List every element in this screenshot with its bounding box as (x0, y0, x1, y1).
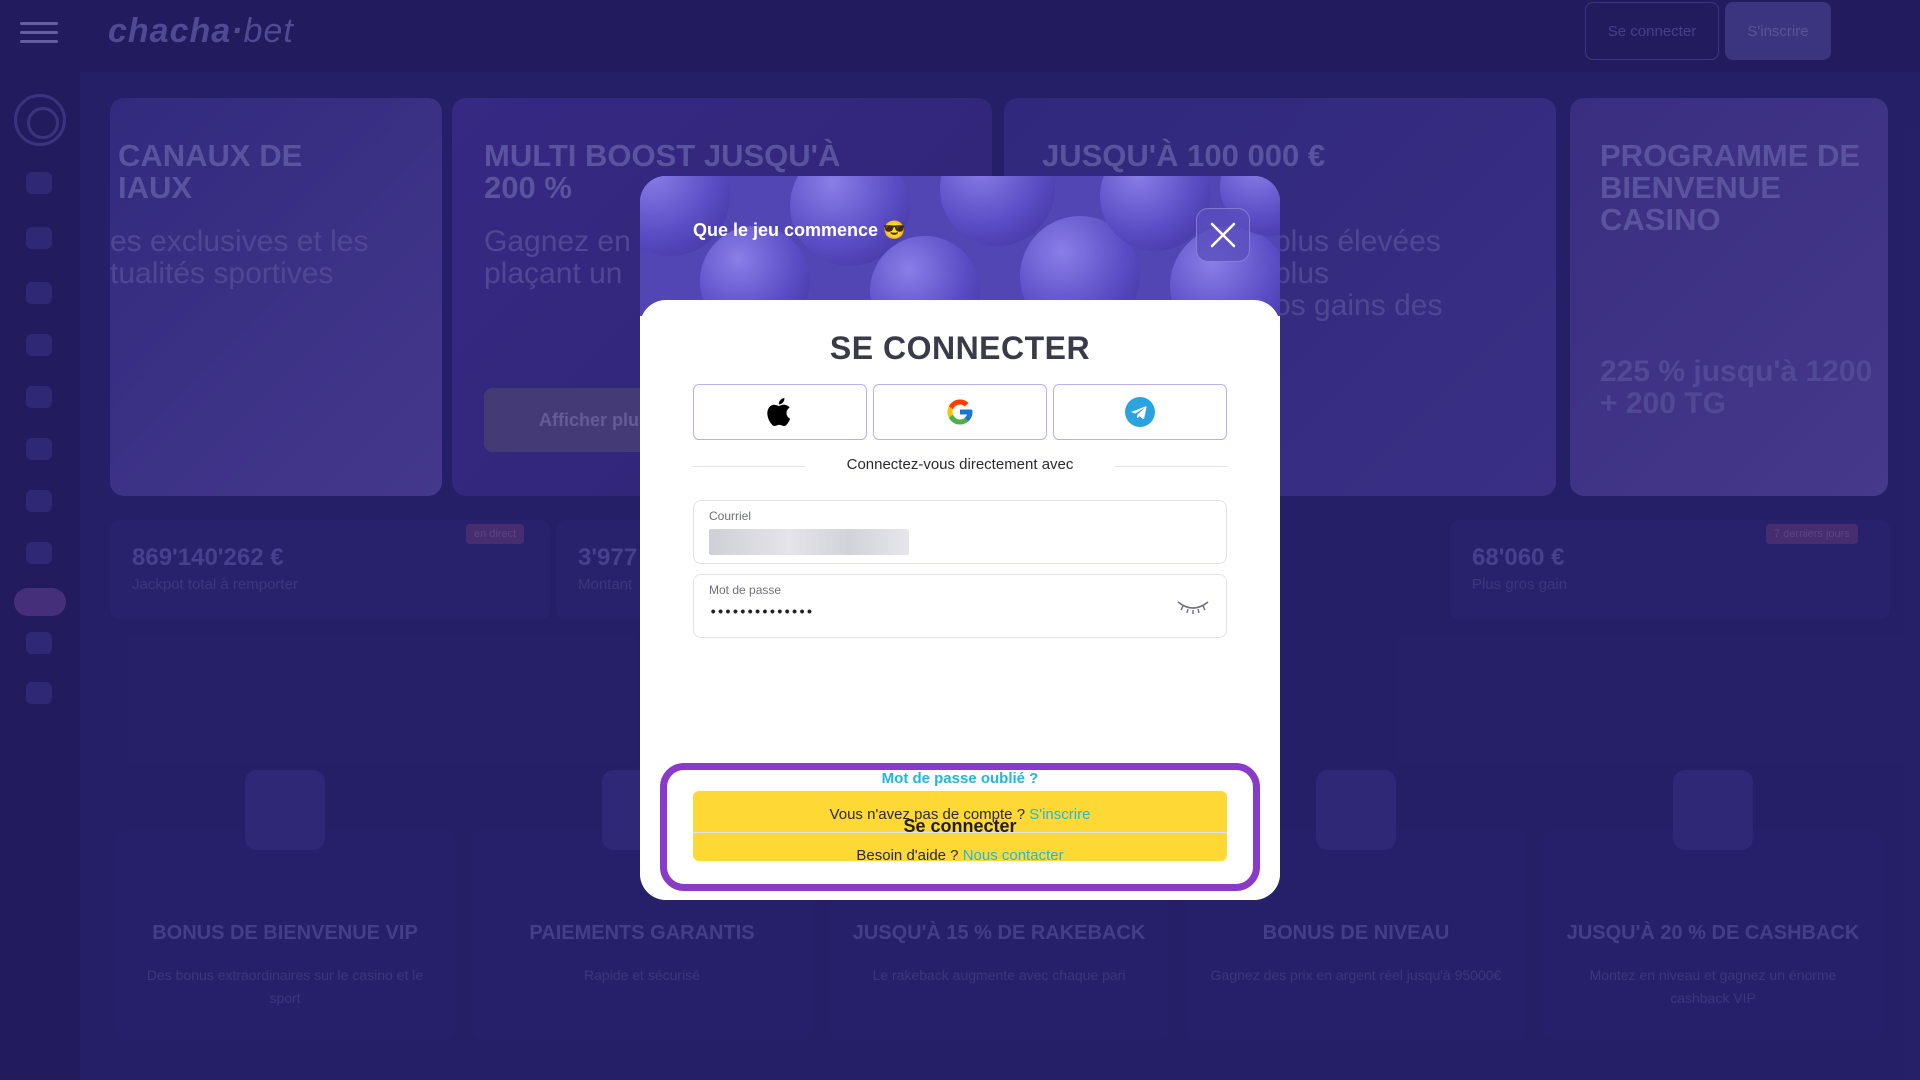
login-heading: SE CONNECTER (829, 330, 1091, 366)
close-button[interactable] (1196, 208, 1250, 262)
email-field[interactable]: Courriel (693, 500, 1227, 564)
contact-link[interactable]: Nous contacter (963, 847, 1064, 864)
close-icon (1210, 222, 1236, 248)
email-label: Courriel (709, 509, 752, 523)
telegram-icon (1125, 397, 1155, 427)
social-divider: Connectez-vous directement avec (693, 456, 1227, 473)
apple-login-button[interactable] (693, 384, 867, 440)
divider (693, 832, 1227, 833)
password-field[interactable]: Mot de passe •••••••••••••• (693, 574, 1227, 638)
signup-link[interactable]: S'inscrire (1029, 806, 1090, 823)
apple-icon (767, 398, 791, 427)
signup-prompt: Vous n'avez pas de compte ? S'inscrire (640, 806, 1280, 823)
no-account-text: Vous n'avez pas de compte ? (829, 806, 1026, 823)
forgot-password-link[interactable]: Mot de passe oublié ? (640, 770, 1280, 787)
modal-title: Que le jeu commence 😎 (693, 220, 906, 240)
google-icon (947, 399, 973, 425)
google-login-button[interactable] (873, 384, 1047, 440)
login-modal: Que le jeu commence 😎 SE CONNECTER Conne… (640, 176, 1280, 900)
password-input[interactable]: •••••••••••••• (709, 605, 909, 631)
password-label: Mot de passe (709, 583, 782, 597)
help-prompt: Besoin d'aide ? Nous contacter (640, 847, 1280, 864)
telegram-login-button[interactable] (1053, 384, 1227, 440)
eye-closed-icon[interactable] (1176, 597, 1210, 617)
modal-header: Que le jeu commence 😎 (640, 176, 1280, 316)
help-text: Besoin d'aide ? (856, 847, 959, 864)
email-value-blurred[interactable] (709, 529, 909, 555)
